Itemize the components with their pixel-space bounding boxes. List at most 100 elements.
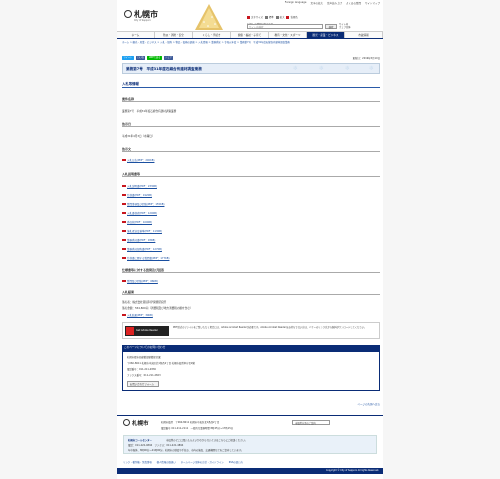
- snowflake-icon: ❄: [369, 65, 375, 72]
- notice-heading: 告示文: [122, 147, 380, 152]
- pdf-icon: PDF: [122, 193, 126, 197]
- footer-link-copyright[interactable]: リンク・著作権・免責事項: [123, 460, 152, 464]
- line-button[interactable]: LINEで送る: [147, 56, 162, 60]
- standard-size-button[interactable]: 標準: [264, 15, 274, 19]
- footer-link-privacy[interactable]: 個人情報の取扱い: [157, 460, 176, 464]
- result-pdf-link[interactable]: PDF 入札結果(PDF：30KB): [122, 313, 153, 317]
- doc-link[interactable]: PDF 仕様書(PDF：192KB): [122, 193, 152, 197]
- enlarge-button[interactable]: 拡大: [275, 15, 284, 19]
- doc-link-label: 質問事項及び回答(PDF：155KB): [127, 203, 165, 206]
- inquiry-address: 〒060-8611 札幌市中央区北1条西2丁目 札幌市役所本庁舎2階: [127, 362, 195, 365]
- call-center-desc: 市役所のどこに聞いたらよいかわからないときはこちらにご相談ください。: [166, 439, 248, 442]
- top-link-read-aloud[interactable]: 音声読み上げ: [327, 1, 342, 5]
- footer-links: リンク・著作権・免責事項 個人情報の取扱い ホームページ全体の方針・ガイドライン…: [123, 460, 243, 464]
- pdf-icon: PDF: [122, 158, 126, 162]
- text-size-icon: [247, 15, 250, 19]
- top-links-bar: Foreign language 文字の拡大 音声読み上げ よくある質問 サイト…: [117, 0, 383, 6]
- page-top-link[interactable]: ページの先頭へ戻る: [358, 402, 380, 406]
- search-input[interactable]: サイト内検索: [247, 24, 323, 29]
- breadcrumb[interactable]: ホーム > 観光・産業・ビジネス > 入札・契約 > 物品・役務の調達 > 入札…: [122, 41, 380, 44]
- winner: 落札者：株式会社環境科学開発研究所: [122, 301, 167, 304]
- adobe-reader-banner[interactable]: Get Adobe Reader: [125, 326, 169, 336]
- nav-living[interactable]: くらし・手続き: [193, 32, 231, 38]
- doc-link[interactable]: PDF 入札説明書(PDF：233KB): [122, 184, 157, 188]
- nav-safety[interactable]: 防災・消防・安全: [155, 32, 193, 38]
- pdf-icon: PDF: [122, 229, 126, 233]
- doc-link-label: 仕様書に関する質問書(PDF：177KB): [127, 257, 170, 260]
- doc-link[interactable]: PDF 業務委託契約書(PDF：127KB): [122, 247, 162, 251]
- case-name: 業務第7号 平成31年度石綿含有建材調査業務: [122, 110, 177, 113]
- logo-subtext: City of Sapporo: [134, 19, 151, 22]
- qa-link-label: 質問及び回答(PDF：66KB): [127, 280, 158, 283]
- top-link-faq[interactable]: よくある質問: [346, 1, 361, 5]
- doc-link-label: 入札書様式(PDF：120KB): [127, 212, 157, 215]
- footer-logo: 札幌市: [123, 419, 159, 428]
- share-button[interactable]: シェア: [163, 56, 174, 60]
- qa-pdf-link[interactable]: PDF 質問及び回答(PDF：66KB): [122, 279, 158, 283]
- footer-link-guideline[interactable]: ホームページ全体の方針・ガイドライン: [181, 460, 224, 464]
- adobe-banner-text: Get Adobe Reader: [136, 329, 158, 332]
- top-link-foreign[interactable]: Foreign language: [285, 1, 307, 5]
- standard-icon: [264, 15, 268, 19]
- like-button[interactable]: いいね: [135, 56, 146, 60]
- pdf-icon: PDF: [122, 247, 126, 251]
- city-emblem-icon: [124, 10, 132, 18]
- top-link-sitemap[interactable]: サイトマップ: [365, 1, 380, 5]
- nav-business[interactable]: 観光・産業・ビジネス: [307, 32, 345, 38]
- footer-map-button[interactable]: 市役所庁舎のご案内: [292, 420, 330, 425]
- notice-link-label: 入札公告(PDF：200KB): [127, 159, 155, 162]
- background-color-button[interactable]: 背景色: [286, 15, 298, 19]
- pdf-icon: PDF: [122, 184, 126, 188]
- nav-city-info[interactable]: 市政情報: [345, 32, 383, 38]
- acrobat-notice: Get Adobe Reader PDF形式のファイルをご覧いただく場合には、A…: [122, 322, 380, 339]
- result-link-label: 入札結果(PDF：30KB): [127, 314, 153, 317]
- background-color-icon: [286, 15, 290, 19]
- site-logo[interactable]: 札幌市 City of Sapporo: [124, 9, 158, 26]
- update-date: 更新日：2019年5月10日: [352, 57, 380, 60]
- call-center-box: 札幌市コールセンター 市役所のどこに聞いたらよいかわからないときはこちらにご相談…: [123, 435, 377, 454]
- doc-link[interactable]: PDF 落札者決定基準(PDF：113KB): [122, 229, 162, 233]
- illumination-tree-image: [195, 4, 223, 30]
- search-scope-options: サイト内 ウェブ全体: [339, 23, 351, 30]
- doc-link[interactable]: PDF 質問事項及び回答(PDF：155KB): [122, 202, 164, 206]
- enlarge-icon: [275, 15, 279, 19]
- notice-pdf-link[interactable]: PDF 入札公告(PDF：200KB): [122, 158, 154, 162]
- nav-home[interactable]: ホーム: [117, 32, 155, 38]
- text-size-control[interactable]: 文字サイズ: [247, 15, 263, 19]
- doc-link[interactable]: PDF 仕様書に関する質問書(PDF：177KB): [122, 256, 169, 260]
- search-scope-web[interactable]: ウェブ全体: [339, 26, 351, 30]
- acrobat-note: PDF形式のファイルをご覧いただく場合には、Adobe Acrobat Read…: [173, 326, 367, 329]
- inquiry-box: 札幌市都市局建築部建築保全課 〒060-8611 札幌市中央区北1条西2丁目 札…: [122, 351, 380, 391]
- page: Foreign language 文字の拡大 音声読み上げ よくある質問 サイト…: [117, 0, 383, 479]
- search-button[interactable]: 検索: [325, 24, 337, 29]
- inquiry-form-button[interactable]: お問い合わせフォーム: [127, 381, 159, 387]
- doc-link-label: 委任状(PDF：109KB): [127, 221, 152, 224]
- snowflake-icon: ❄: [319, 65, 325, 72]
- pdf-icon: PDF: [122, 211, 126, 215]
- footer-link-rss[interactable]: RSSの使い方: [229, 460, 243, 464]
- page-title-box: 業務第7号 平成31年度石綿含有建材調査業務 ❄ ❄ ❄ ❄: [122, 63, 380, 74]
- doc-link[interactable]: PDF 業務委託書(PDF：93KB): [122, 238, 155, 242]
- snowflake-icon: ❄: [345, 65, 351, 72]
- doc-link-label: 仕様書(PDF：192KB): [127, 194, 152, 197]
- pdf-icon: PDF: [122, 202, 126, 206]
- inquiry-dept: 札幌市都市局建築部建築保全課: [127, 356, 161, 359]
- pdf-icon: PDF: [122, 238, 126, 242]
- call-center-title[interactable]: 札幌市コールセンター: [128, 439, 152, 442]
- doc-link-label: 業務委託契約書(PDF：127KB): [127, 248, 162, 251]
- notice-date: 平成31年4月3日（水曜日）: [122, 135, 155, 138]
- global-nav: ホーム 防災・消防・安全 くらし・手続き 健康・福祉・子育て 教育・文化・スポー…: [117, 31, 383, 39]
- tweet-button[interactable]: ツイート: [122, 56, 134, 60]
- qa-heading: 仕様書等に対する質問及び回答: [122, 268, 380, 273]
- doc-link[interactable]: PDF 委任状(PDF：109KB): [122, 220, 152, 224]
- case-name-heading: 案件名称: [122, 97, 380, 102]
- text-size-label: 文字サイズ: [251, 16, 263, 19]
- nav-education[interactable]: 教育・文化・スポーツ: [269, 32, 307, 38]
- docs-heading: 入札説明書等: [122, 172, 380, 177]
- nav-health[interactable]: 健康・福祉・子育て: [231, 32, 269, 38]
- top-link-text-size[interactable]: 文字の拡大: [310, 1, 323, 5]
- pdf-icon: PDF: [122, 279, 126, 283]
- pdf-icon: PDF: [122, 313, 126, 317]
- doc-link[interactable]: PDF 入札書様式(PDF：120KB): [122, 211, 157, 215]
- footer-address: 札幌市役所 〒060-8611 札幌市中央区北1条西2丁目: [161, 421, 220, 424]
